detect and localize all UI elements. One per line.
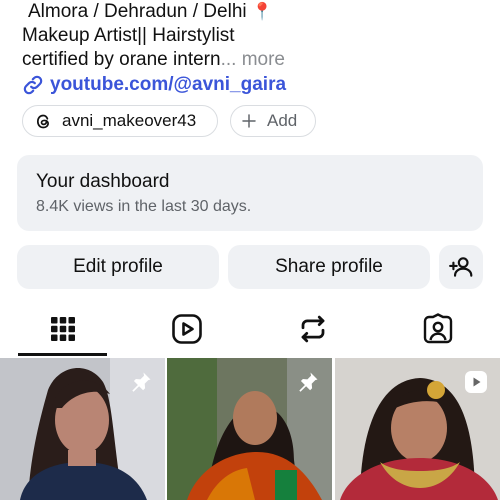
bio-line-2: Makeup Artist|| Hairstylist: [22, 25, 235, 46]
threads-chip[interactable]: avni_makeover43: [22, 105, 218, 137]
share-profile-button[interactable]: Share profile: [228, 245, 430, 289]
edit-profile-button[interactable]: Edit profile: [17, 245, 219, 289]
active-tab-indicator: [18, 353, 107, 356]
pin-icon: [299, 372, 318, 392]
bio-location-text: Almora / Dehradun / Delhi: [28, 1, 247, 22]
professional-dashboard[interactable]: Your dashboard 8.4K views in the last 30…: [17, 155, 483, 231]
profile-chips: avni_makeover43 Add: [22, 105, 316, 137]
link-icon: [23, 75, 43, 95]
bio-ellipsis: ...: [220, 49, 237, 70]
repost-icon: [301, 315, 324, 342]
tab-reels[interactable]: [142, 301, 231, 356]
location-pin-icon: 📍: [251, 2, 274, 21]
add-chip-label: Add: [267, 111, 298, 130]
plus-icon: [241, 113, 257, 129]
discover-people-button[interactable]: [439, 245, 483, 289]
bio-line-3: certified by orane intern... more: [22, 48, 492, 72]
tab-grid[interactable]: [18, 301, 107, 356]
post-thumbnail[interactable]: [335, 358, 500, 500]
profile-bio: Almora / Dehradun / Delhi 📍 Makeup Artis…: [22, 0, 492, 98]
profile-actions: Edit profile Share profile: [17, 245, 483, 289]
tagged-icon: [423, 312, 452, 343]
profile-tabs: [0, 301, 500, 356]
grid-icon: [50, 316, 75, 341]
post-grid: [0, 358, 500, 500]
threads-icon: [35, 113, 52, 130]
dashboard-title: Your dashboard: [36, 171, 170, 192]
bio-more-link[interactable]: more: [242, 49, 285, 70]
dashboard-subtitle: 8.4K views in the last 30 days.: [36, 198, 252, 215]
reel-icon: [465, 371, 487, 393]
post-thumbnail[interactable]: [167, 358, 332, 500]
tab-tagged[interactable]: [393, 301, 482, 356]
bio-link[interactable]: youtube.com/@avni_gaira: [22, 72, 492, 98]
reels-icon: [171, 313, 202, 344]
add-person-icon: [449, 257, 473, 277]
tab-reposts[interactable]: [268, 301, 357, 356]
pin-icon: [132, 372, 151, 392]
bio-line-3-text: certified by orane intern: [22, 49, 221, 70]
bio-link-text[interactable]: youtube.com/@avni_gaira: [50, 74, 286, 96]
bio-location: Almora / Dehradun / Delhi 📍: [28, 0, 492, 24]
post-thumbnail[interactable]: [0, 358, 165, 500]
add-chip-button[interactable]: Add: [230, 105, 316, 137]
threads-handle: avni_makeover43: [62, 111, 197, 130]
